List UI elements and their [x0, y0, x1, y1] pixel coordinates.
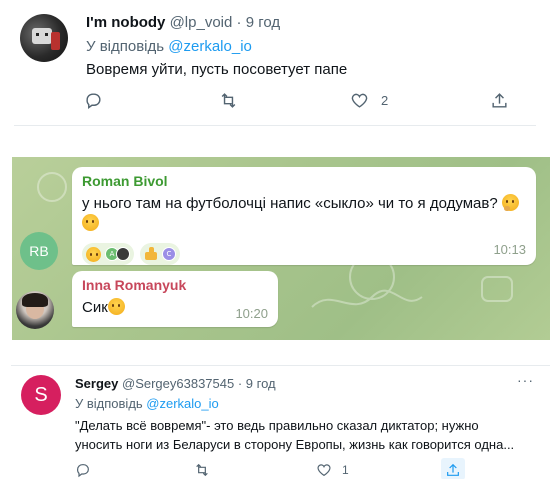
message-time: 10:13 [493, 242, 526, 257]
message-sender[interactable]: Roman Bivol [82, 173, 168, 189]
reply-context: У відповідь @zerkalo_io [75, 396, 219, 411]
tweet-text-line: уносить ноги из Беларуси в сторону Европ… [75, 437, 515, 452]
timestamp[interactable]: 9 год [246, 14, 280, 31]
reply-to-link[interactable]: @zerkalo_io [168, 38, 252, 55]
grin-emoji-icon [107, 298, 125, 315]
like-icon [351, 93, 368, 108]
like-icon [317, 464, 331, 477]
grin-emoji-icon [82, 214, 99, 231]
reply-to-link[interactable]: @zerkalo_io [146, 396, 218, 411]
avatar-roman[interactable]: RB [20, 232, 58, 270]
divider [14, 125, 536, 126]
tweet-header: I'm nobody @lp_void · 9 год [86, 14, 280, 31]
share-button[interactable] [490, 91, 509, 110]
tweet-text-line: "Делать всё вовремя"- это ведь правильно… [75, 418, 479, 433]
share-button[interactable] [445, 462, 461, 478]
tweet-actions: 1 [11, 462, 550, 479]
avatar-letter: S [34, 383, 48, 406]
like-count: 1 [342, 463, 349, 477]
timestamp[interactable]: 9 год [246, 376, 276, 391]
message-text-block: Сик [82, 298, 125, 318]
retweet-icon [196, 463, 208, 477]
reaction-thumbs-up[interactable]: C [140, 243, 180, 265]
author-handle[interactable]: @lp_void [170, 14, 233, 31]
tweet-2[interactable]: S Sergey @Sergey63837545 · 9 год ··· У в… [11, 365, 550, 479]
retweet-icon [221, 93, 236, 108]
reactions: A C [82, 243, 180, 265]
reply-icon [77, 464, 89, 478]
reply-button[interactable] [75, 462, 91, 478]
reaction-grin[interactable]: A [82, 243, 134, 265]
message-time: 10:20 [235, 306, 268, 321]
more-options-icon[interactable]: ··· [517, 372, 534, 388]
dot-separator: · [232, 14, 246, 31]
telegram-chat: RB Roman Bivol у нього там на футболочці… [12, 157, 550, 340]
reply-context: У відповідь @zerkalo_io [86, 38, 252, 55]
tweet-header: Sergey @Sergey63837545 · 9 год [75, 376, 276, 391]
avatar-initials: RB [29, 243, 49, 259]
reactor-avatar-photo [116, 247, 130, 261]
reply-prefix: У відповідь [75, 396, 147, 411]
message-text: у нього там на футболочці напис «сыкло» … [82, 195, 498, 212]
grin-emoji-icon [86, 246, 101, 262]
tweet-actions: 2 [0, 91, 550, 111]
author-handle[interactable]: @Sergey63837545 [122, 376, 234, 391]
retweet-button[interactable] [194, 462, 210, 478]
message-bubble[interactable]: Roman Bivol у нього там на футболочці на… [72, 167, 536, 265]
tweet-text: Вовремя уйти, пусть посоветует папе [86, 61, 348, 78]
tweet-1[interactable]: I'm nobody @lp_void · 9 год У відповідь … [0, 0, 550, 118]
reply-prefix: У відповідь [86, 38, 169, 55]
share-icon [492, 93, 507, 108]
author-name[interactable]: Sergey [75, 376, 118, 391]
like-count: 2 [381, 93, 389, 108]
avatar[interactable]: S [21, 375, 61, 415]
tweet-text: "Делать всё вовремя"- это ведь правильно… [75, 416, 545, 454]
dot-separator: · [234, 376, 246, 391]
like-button[interactable]: 1 [316, 462, 349, 478]
reply-button[interactable] [84, 91, 103, 110]
reply-icon [86, 93, 101, 110]
thinking-emoji-icon [501, 194, 519, 211]
message-text: Сик [82, 299, 108, 316]
message-bubble[interactable]: Inna Romanyuk Сик 10:20 [72, 271, 278, 327]
thumbs-up-icon [144, 247, 158, 261]
like-button[interactable]: 2 [350, 91, 388, 110]
share-icon [447, 463, 459, 476]
retweet-button[interactable] [219, 91, 238, 110]
message-text-block: у нього там на футболочці напис «сыкло» … [82, 194, 522, 234]
reactor-avatar: C [162, 247, 176, 261]
message-sender[interactable]: Inna Romanyuk [82, 277, 186, 293]
author-name[interactable]: I'm nobody [86, 14, 165, 31]
avatar-inna[interactable] [16, 291, 54, 329]
avatar[interactable] [20, 14, 68, 62]
